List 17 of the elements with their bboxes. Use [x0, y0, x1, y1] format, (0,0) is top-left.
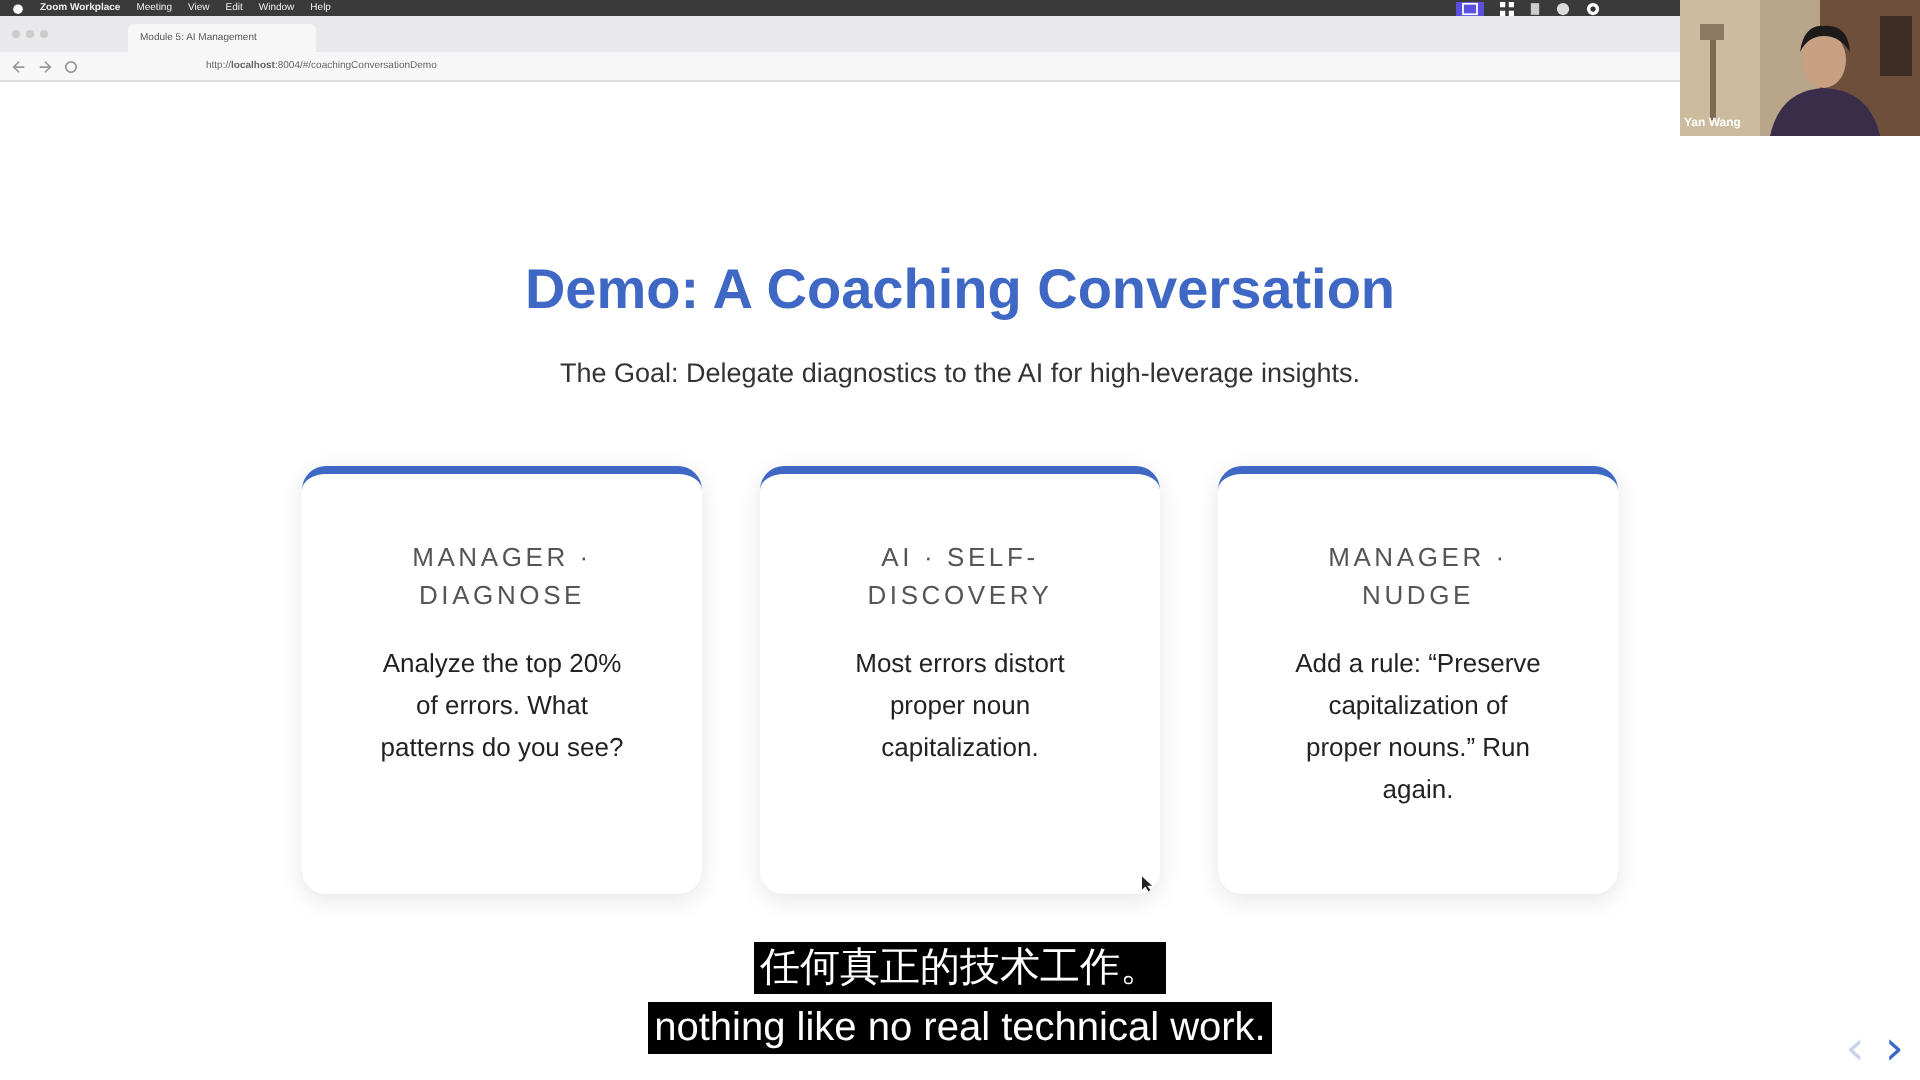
next-button[interactable]: ›: [1880, 1028, 1908, 1068]
grid-icon[interactable]: [1500, 1, 1514, 15]
reload-icon[interactable]: [64, 59, 78, 73]
slide-subtitle: The Goal: Delegate diagnostics to the AI for high-leverage insights.: [560, 358, 1360, 388]
battery-icon[interactable]: [1530, 1, 1540, 15]
card-heading: AI · SELF-DISCOVERY: [865, 540, 1055, 614]
forward-icon[interactable]: [38, 59, 52, 73]
card-heading: MANAGER · NUDGE: [1326, 540, 1510, 614]
card-text: Add a rule: “Preserve capitalization of proper nouns.” Run again.: [1293, 646, 1543, 808]
cursor-icon: [1142, 876, 1152, 892]
card-heading: MANAGER · DIAGNOSE: [410, 540, 594, 614]
settings-icon[interactable]: [1586, 1, 1600, 15]
card-text: Most errors distort proper noun capitalization.: [853, 646, 1067, 766]
screen-share-icon[interactable]: [1456, 1, 1484, 15]
slide-title: Demo: A Coaching Conversation: [524, 258, 1396, 322]
back-icon[interactable]: [12, 59, 26, 73]
card-text: Analyze the top 20% of errors. What patterns do you see?: [378, 646, 626, 766]
